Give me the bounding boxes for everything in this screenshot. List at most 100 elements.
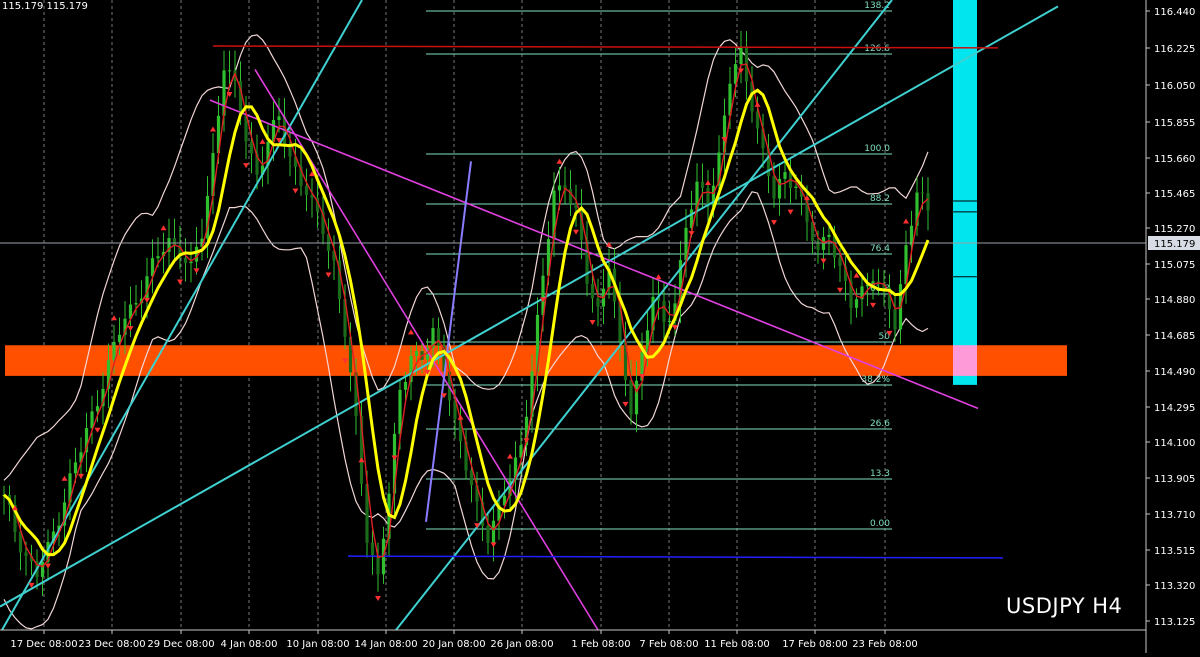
fractal-arrow (507, 453, 513, 459)
fractal-arrow (160, 225, 167, 231)
candle-body (156, 256, 160, 259)
fractal-arrow (688, 231, 695, 237)
price-tick-label: 113.515 (1154, 546, 1195, 557)
price-tick-label: 115.660 (1154, 154, 1195, 165)
trendline-cyan-steep-2 (395, 0, 893, 631)
fractal-arrow (787, 209, 794, 215)
fractal-arrow (556, 158, 563, 164)
candle-body (596, 298, 600, 307)
candle-body (662, 300, 666, 323)
fractal-arrow (45, 563, 51, 569)
price-tick-label: 116.440 (1154, 7, 1195, 18)
fractal-arrow (292, 188, 299, 194)
price-tick-label: 114.880 (1154, 295, 1195, 306)
zone-overlap (953, 345, 977, 376)
fractal-arrow (391, 455, 398, 461)
fractal-arrow (259, 138, 266, 144)
price-tick-label: 115.855 (1154, 118, 1195, 129)
price-tick-label: 115.465 (1154, 189, 1195, 200)
time-tick-label: 23 Dec 08:00 (78, 639, 145, 650)
candle-body (920, 192, 925, 194)
candle-body (739, 46, 743, 65)
fractal-arrow (820, 258, 827, 264)
fib-label: 88.2 (870, 194, 890, 204)
fractal-arrow (78, 473, 84, 479)
price-tick-label: 113.125 (1154, 617, 1195, 628)
time-tick-label: 10 Jan 08:00 (286, 639, 349, 650)
time-tick-label: 14 Jan 08:00 (354, 639, 417, 650)
candle-body (73, 462, 78, 474)
fractal-arrow (870, 302, 876, 308)
candle-body (629, 380, 633, 415)
candle-body (491, 520, 496, 543)
time-tick-label: 26 Jan 08:00 (490, 639, 553, 650)
candle-body (189, 261, 193, 264)
fractal-arrow (903, 218, 909, 224)
fib-label: 13.3 (870, 469, 890, 479)
vertical-grid (43, 0, 886, 630)
fib-label: 26.6 (870, 419, 890, 429)
fractal-arrow (243, 163, 249, 169)
price-tick-label: 114.490 (1154, 367, 1195, 378)
fractal-arrow (639, 373, 645, 379)
fractal-arrow (325, 272, 332, 278)
candle-body (893, 309, 897, 330)
time-tick-label: 7 Feb 08:00 (639, 639, 698, 650)
fractal-arrow (655, 274, 662, 280)
time-tick-label: 23 Feb 08:00 (852, 639, 918, 650)
time-tick-label: 20 Jan 08:00 (422, 639, 485, 650)
chart-canvas[interactable]: 138.2126.6100.088.276.461.85038.2%26.613… (0, 0, 1200, 653)
candle-body (40, 561, 45, 577)
candle-body (486, 525, 490, 543)
fractal-arrow (61, 475, 68, 481)
candle-body (277, 116, 281, 120)
candle-body (557, 185, 562, 191)
fractal-arrow (705, 180, 711, 186)
fractal-arrow (127, 326, 134, 332)
candle-body (700, 181, 705, 188)
candle-body (816, 240, 820, 250)
lower-band (3, 191, 929, 630)
time-tick-label: 29 Dec 08:00 (147, 639, 214, 650)
candle-body (854, 299, 859, 308)
candle-body (24, 552, 28, 557)
price-tick-label: 114.685 (1154, 331, 1195, 342)
candle-body (172, 238, 177, 246)
fractal-arrow (771, 220, 777, 226)
price-tick-label: 115.075 (1154, 260, 1195, 271)
fractal-arrow (94, 427, 101, 433)
price-tick-label: 113.905 (1154, 474, 1195, 485)
fractal-arrow (144, 297, 150, 303)
moving-averages (2, 63, 930, 568)
cyan-vertical-zone (953, 0, 977, 385)
fractal-arrow (375, 595, 381, 601)
fractal-arrow (573, 229, 579, 235)
price-tick-label: 114.295 (1154, 403, 1195, 414)
symbol-timeframe-label: USDJPY H4 (1006, 594, 1123, 618)
candles (2, 30, 930, 596)
candle-body (634, 380, 639, 415)
price-tick-label: 116.050 (1154, 81, 1195, 92)
candle-body (794, 186, 798, 188)
candle-body (590, 283, 595, 299)
candle-body (194, 246, 199, 262)
fib-label: 76.4 (870, 244, 890, 254)
fractal-arrow (193, 268, 200, 274)
candle-body (134, 303, 138, 305)
fractal-arrow (622, 401, 629, 407)
fractal-arrow (177, 279, 183, 285)
time-tick-label: 1 Feb 08:00 (571, 639, 630, 650)
fibonacci-levels: 138.2126.6100.088.276.461.85038.2%26.613… (426, 1, 892, 530)
fib-label: 0.00 (870, 519, 890, 529)
fib-label: 126.6 (864, 44, 890, 54)
price-chart[interactable]: 138.2 126.6 100.0 88.2 76.4 61.8 50 38.2% 26.6 13… (0, 0, 1200, 653)
time-tick-label: 11 Feb 08:00 (704, 639, 770, 650)
candle-body (304, 185, 309, 196)
price-tick-label: 113.710 (1154, 510, 1195, 521)
fractal-arrow (457, 414, 464, 420)
time-tick-label: 17 Feb 08:00 (782, 639, 848, 650)
fractal-arrow (490, 542, 497, 548)
fractal-arrow (837, 287, 843, 293)
time-tick-label: 4 Jan 08:00 (221, 639, 278, 650)
candle-body (117, 334, 122, 342)
